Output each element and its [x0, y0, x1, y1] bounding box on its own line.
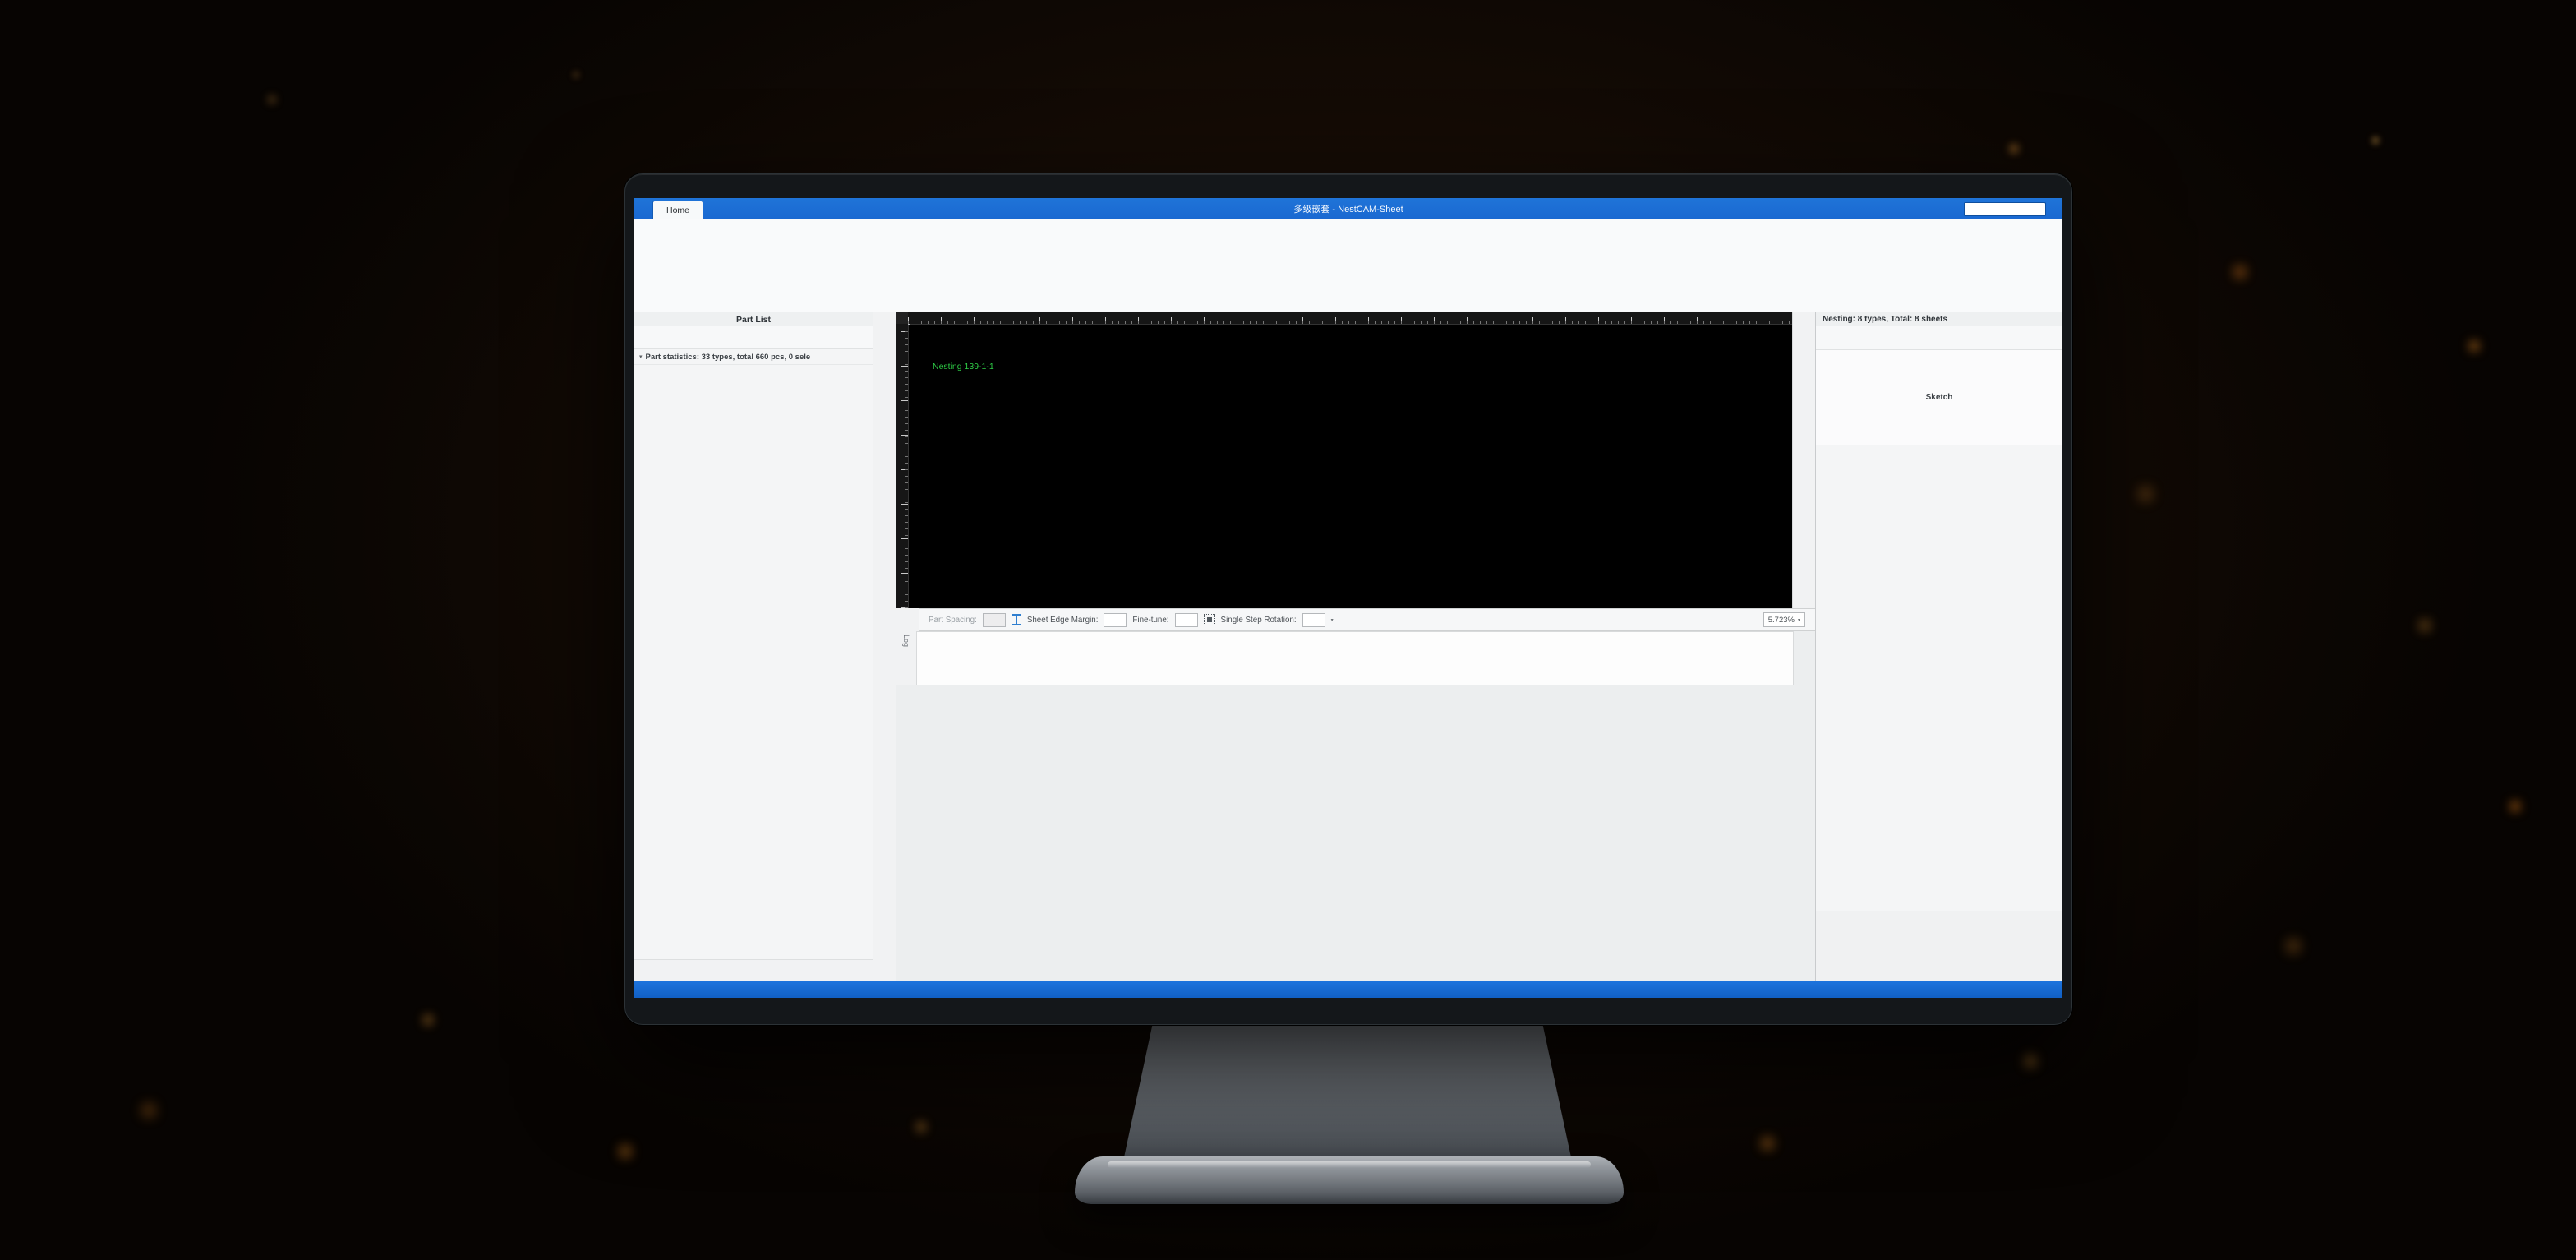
bottom-accent-strip — [634, 981, 2062, 998]
part-spacing-label: Part Spacing: — [929, 616, 977, 625]
center-column: Nesting 139-1-1 Part Spacing: — [896, 312, 1815, 981]
log-label: Log — [902, 635, 910, 685]
nesting-panel-toolbar — [1816, 326, 2062, 350]
margin-corners-icon — [1204, 614, 1215, 625]
collapse-caret-icon: ▾ — [639, 353, 643, 360]
canvas-toolbar: Part Spacing: Sheet Edge Margin: Fine-tu… — [919, 608, 1815, 631]
title-bar: Home 多级嵌套 - NestCAM-Sheet — [634, 198, 2062, 219]
sheet-panel-gap — [1816, 911, 2062, 981]
monitor-stand-base — [1075, 1156, 1624, 1204]
ruler-horizontal — [908, 312, 1792, 325]
nestcam-app-window: Home 多级嵌套 - NestCAM-Sheet Part List ▾ Pa — [634, 198, 2062, 998]
part-list-footer — [634, 959, 873, 981]
fine-tune-input[interactable] — [1175, 613, 1198, 627]
ruler-vertical — [896, 324, 909, 608]
part-statistics[interactable]: ▾ Part statistics: 33 types, total 660 p… — [634, 349, 873, 365]
nesting-summary: Nesting: 8 types, Total: 8 sheets — [1816, 312, 2062, 326]
canvas-drawing-area[interactable]: Nesting 139-1-1 — [908, 324, 1792, 608]
log-label-column: Log — [896, 631, 916, 685]
part-list-title: Part List — [634, 312, 873, 326]
sheet-edge-margin-input[interactable] — [1104, 613, 1127, 627]
sheet-edge-margin-label: Sheet Edge Margin: — [1027, 616, 1099, 625]
layer-strip — [1792, 312, 1815, 608]
rotation-dropdown-icon[interactable]: ▾ — [1331, 617, 1334, 623]
nested-sheet[interactable] — [908, 324, 910, 325]
sketch-section[interactable]: Sketch — [1816, 350, 2062, 445]
ribbon — [634, 219, 2062, 312]
ruler-corner — [896, 312, 908, 324]
nesting-canvas[interactable]: Nesting 139-1-1 — [896, 312, 1792, 608]
log-panel — [916, 631, 1794, 685]
part-list — [634, 365, 873, 959]
sheet-list — [1816, 445, 2062, 911]
single-step-rotation-input[interactable] — [1302, 613, 1325, 627]
zoom-level-select[interactable]: 5.723% ▾ — [1763, 612, 1805, 627]
center-gap — [896, 685, 1815, 981]
canvas-tool-strip — [873, 312, 896, 981]
main-area: Part List ▾ Part statistics: 33 types, t… — [634, 312, 2062, 981]
monitor-stand-neck — [1122, 1021, 1574, 1169]
part-list-toolbar — [634, 326, 873, 349]
sketch-label: Sketch — [1926, 393, 1953, 402]
canvas-bar-spacer — [896, 608, 919, 631]
screen: Home 多级嵌套 - NestCAM-Sheet Part List ▾ Pa — [634, 198, 2062, 998]
part-spacing-input[interactable] — [983, 613, 1006, 627]
search-input[interactable] — [1964, 202, 2046, 216]
monitor: Home 多级嵌套 - NestCAM-Sheet Part List ▾ Pa — [624, 173, 2072, 1025]
nesting-results-panel: Nesting: 8 types, Total: 8 sheets Sketch — [1815, 312, 2062, 981]
part-list-panel: Part List ▾ Part statistics: 33 types, t… — [634, 312, 873, 981]
nesting-sheet-label: Nesting 139-1-1 — [933, 362, 994, 372]
fine-tune-label: Fine-tune: — [1132, 616, 1168, 625]
single-step-rotation-label: Single Step Rotation: — [1221, 616, 1297, 625]
zoom-level-value: 5.723% — [1768, 616, 1795, 625]
part-spacing-icon — [1012, 614, 1021, 625]
zoom-dropdown-icon: ▾ — [1798, 617, 1800, 623]
window-title: 多级嵌套 - NestCAM-Sheet — [634, 202, 2062, 215]
titlebar-right — [1964, 202, 2062, 216]
tab-home[interactable]: Home — [652, 201, 703, 219]
